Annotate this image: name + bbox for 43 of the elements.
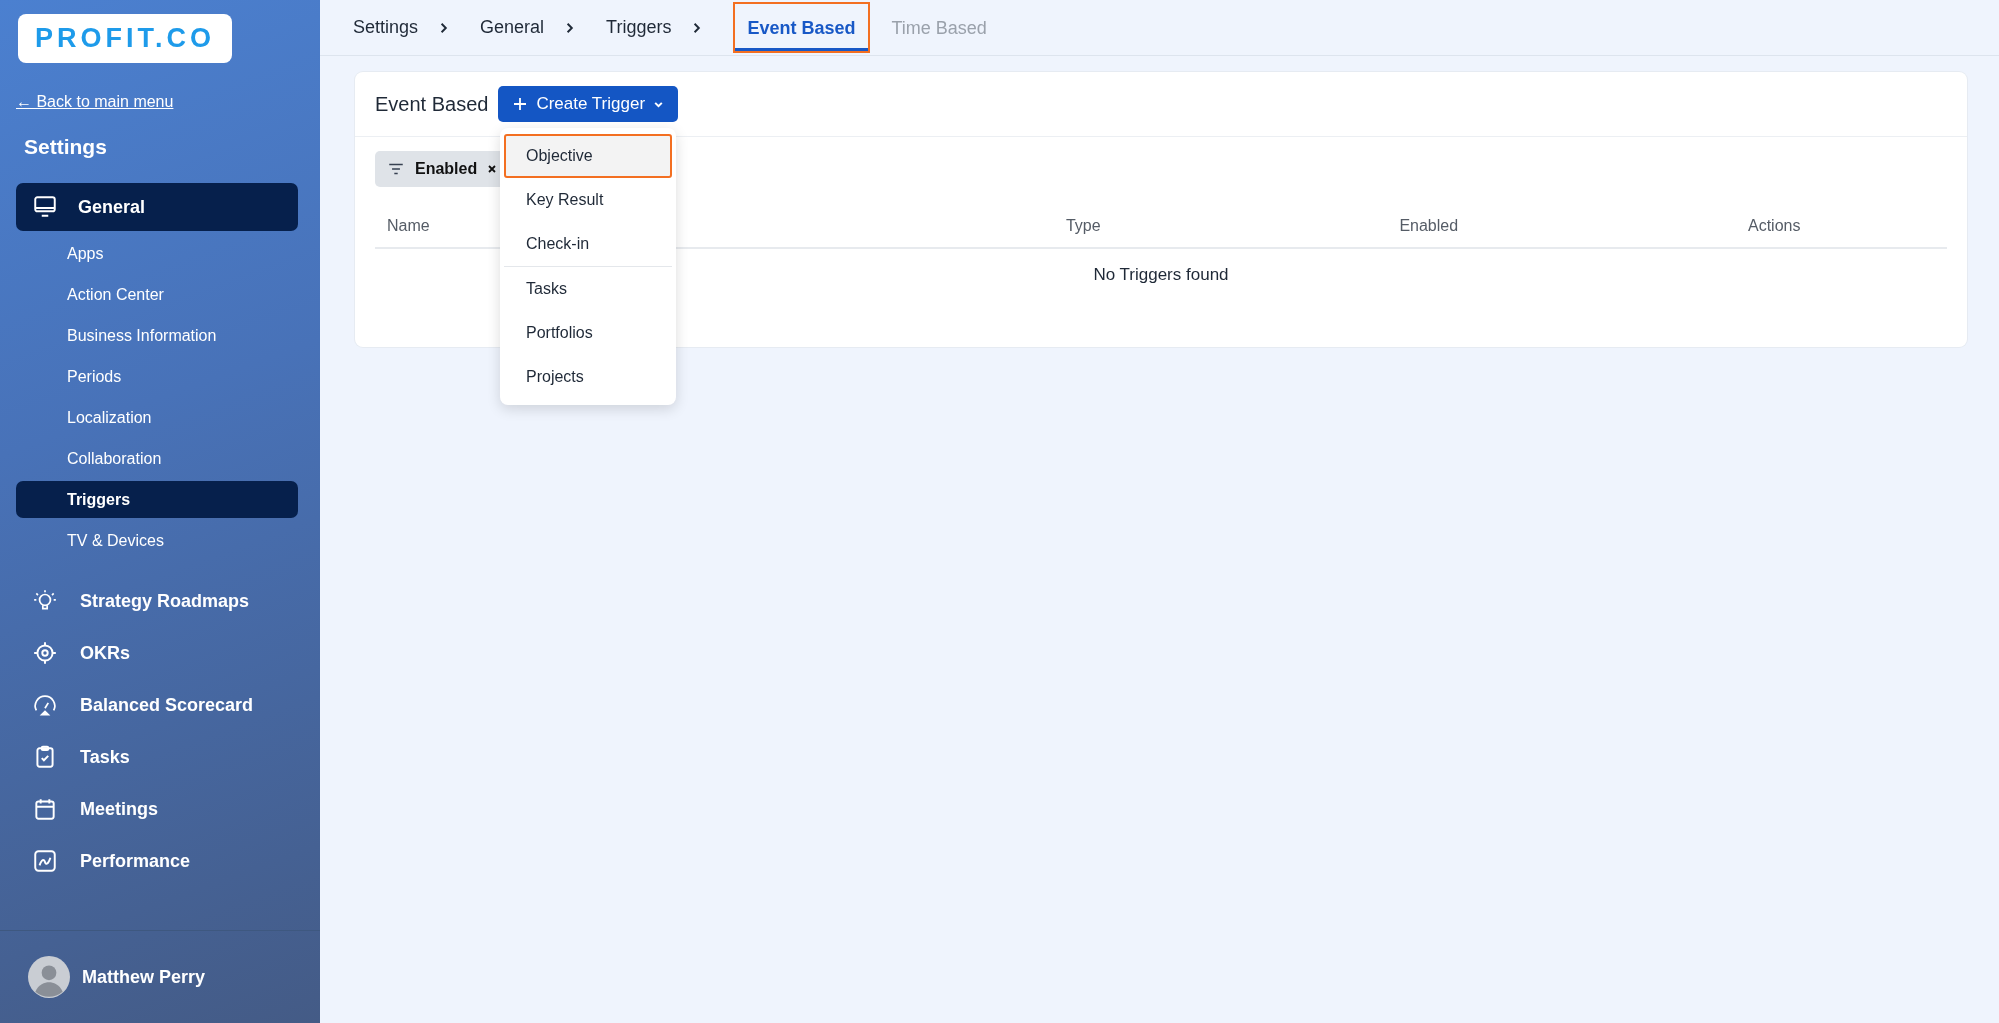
breadcrumb-link[interactable]: General: [480, 17, 545, 38]
column-header: Type: [1065, 217, 1101, 235]
user-name: Matthew Perry: [82, 966, 206, 988]
monitor-icon: [32, 194, 58, 220]
gauge-icon: [32, 692, 58, 718]
menu-item[interactable]: Portfolios: [504, 311, 672, 355]
sidebar-item[interactable]: Periods: [16, 358, 298, 395]
column-header: Enabled: [1399, 217, 1459, 235]
tab[interactable]: Event Based: [733, 2, 870, 53]
line-chart-icon: [32, 848, 58, 874]
column-header: Actions: [1748, 217, 1801, 235]
sidebar-module[interactable]: Balanced Scorecard: [32, 679, 320, 731]
sidebar-item[interactable]: Localization: [16, 399, 298, 436]
sidebar-heading: Settings: [24, 135, 107, 159]
sidebar-item[interactable]: Business Information: [16, 317, 298, 354]
sidebar-module[interactable]: Performance: [32, 835, 320, 887]
menu-item[interactable]: Objective: [504, 134, 672, 178]
avatar[interactable]: [28, 956, 70, 998]
create-trigger-button[interactable]: Create Trigger: [498, 86, 679, 122]
menu-item[interactable]: Check-in: [504, 222, 672, 266]
sidebar-item[interactable]: Apps: [16, 235, 298, 272]
card-title: Event Based: [375, 92, 489, 116]
close-icon[interactable]: [487, 164, 498, 174]
sidebar-item[interactable]: Triggers: [16, 481, 298, 518]
sidebar-item[interactable]: TV & Devices: [16, 522, 298, 559]
sidebar-module[interactable]: Tasks: [32, 731, 320, 783]
logo: PROFIT.CO: [18, 14, 232, 63]
breadcrumb-link[interactable]: Settings: [353, 17, 419, 38]
menu-item[interactable]: Tasks: [504, 267, 672, 311]
target-icon: [32, 640, 58, 666]
sidebar-module[interactable]: OKRs: [32, 627, 320, 679]
back-link[interactable]: ← Back to main menu: [16, 93, 174, 111]
column-header: Name: [386, 217, 431, 235]
sidebar-module[interactable]: Meetings: [32, 783, 320, 835]
breadcrumb-link[interactable]: Triggers: [606, 17, 672, 38]
sidebar-section[interactable]: General: [16, 183, 298, 231]
calendar-icon: [32, 796, 58, 822]
empty-message: No Triggers found: [1093, 265, 1229, 284]
plus-icon: [512, 96, 529, 112]
sidebar-item[interactable]: Collaboration: [16, 440, 298, 477]
sidebar-item[interactable]: Action Center: [16, 276, 298, 313]
sidebar-module[interactable]: Strategy Roadmaps: [32, 575, 320, 627]
menu-item[interactable]: Projects: [504, 355, 672, 399]
